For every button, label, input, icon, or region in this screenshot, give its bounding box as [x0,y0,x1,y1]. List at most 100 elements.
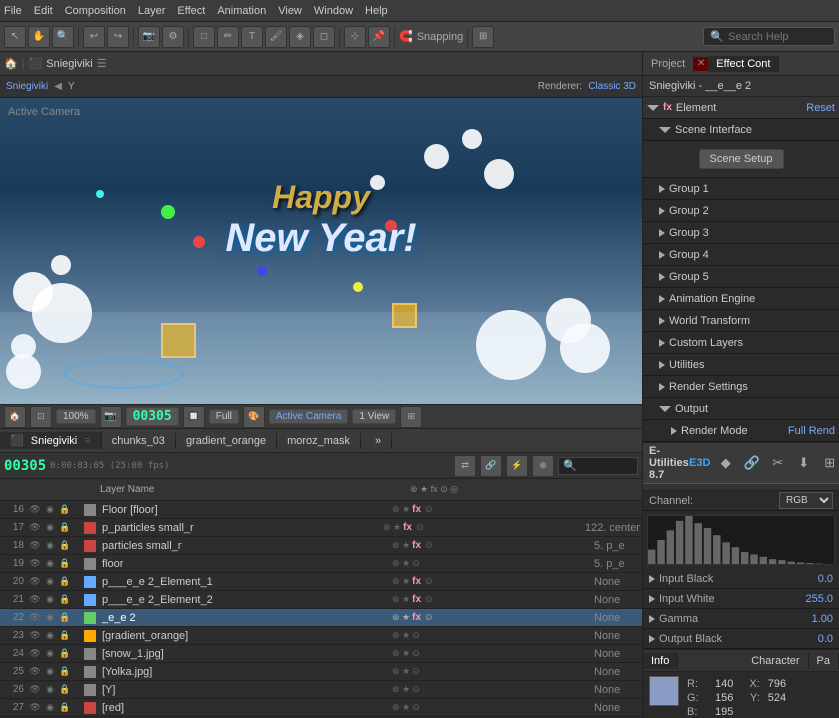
utilities-row[interactable]: Utilities [643,354,839,376]
layer-row[interactable]: 21 👁 ◉ 🔒 p___e_e 2_Element_2 ⊛ ★ fx ⊙ No… [0,591,642,609]
solo-btn[interactable]: ◉ [43,665,57,679]
solo-btn[interactable]: ◉ [43,557,57,571]
solo-btn[interactable]: ◉ [43,521,57,535]
close-project-btn[interactable]: ✕ [694,57,708,71]
render-settings-row[interactable]: Render Settings [643,376,839,398]
visibility-btn[interactable]: 👁 [28,611,42,625]
renderer-val[interactable]: Classic 3D [588,81,636,92]
tab-info[interactable]: Info [643,653,678,669]
snapping-control[interactable]: 🧲 Snapping [399,30,463,43]
tab-project[interactable]: Project [643,56,694,72]
menu-edit[interactable]: Edit [34,5,53,17]
visibility-btn[interactable]: 👁 [28,701,42,715]
layer-ctrl-1[interactable]: ⇄ [454,455,476,477]
layer-row[interactable]: 20 👁 ◉ 🔒 p___e_e 2_Element_1 ⊛ ★ fx ⊙ No… [0,573,642,591]
layer-row[interactable]: 17 👁 ◉ 🔒 p_particles small_r ⊛ ★ fx ⊙ 12… [0,519,642,537]
viewer-nav-prev[interactable]: ◀ [54,81,62,92]
lock-btn[interactable]: 🔒 [58,593,72,607]
visibility-btn[interactable]: 👁 [28,647,42,661]
comp-menu-icon[interactable]: ☰ [97,57,107,70]
e3d-btn[interactable]: E3D [689,452,711,474]
solo-btn[interactable]: ◉ [43,611,57,625]
group4-toggle[interactable] [659,251,665,259]
download-btn[interactable]: ⬇ [793,452,815,474]
element-reset[interactable]: Reset [806,102,835,114]
zoom-select[interactable]: 100% [56,409,96,424]
layer-row[interactable]: 27 👁 ◉ 🔒 [red] ⊛ ★ ⊙ None [0,699,642,717]
render-mode-row[interactable]: Render Mode Full Rend [643,420,839,442]
diamond-btn[interactable]: ◆ [715,452,737,474]
layer-row[interactable]: 18 👁 ◉ 🔒 particles small_r ⊛ ★ fx ⊙ 5. p… [0,537,642,555]
tab-pa[interactable]: Pa [809,653,839,669]
anim-engine-toggle[interactable] [659,295,665,303]
settings-btn[interactable]: ⚙ [162,26,184,48]
search-box[interactable]: 🔍 [703,27,835,46]
solo-btn[interactable]: ◉ [43,683,57,697]
group1-toggle[interactable] [659,185,665,193]
redo-btn[interactable]: ↪ [107,26,129,48]
tab-more[interactable]: » [365,433,392,449]
viewer-color-btn[interactable]: 🎨 [243,406,265,428]
solo-btn[interactable]: ◉ [43,629,57,643]
transform-tool[interactable]: ⊹ [344,26,366,48]
group1-row[interactable]: Group 1 [643,178,839,200]
viewer-toggle-btn[interactable]: ⊞ [400,406,422,428]
group4-row[interactable]: Group 4 [643,244,839,266]
lock-btn[interactable]: 🔒 [58,611,72,625]
visibility-btn[interactable]: 👁 [28,665,42,679]
visibility-btn[interactable]: 👁 [28,503,42,517]
scene-interface-toggle[interactable] [659,127,671,133]
select-tool[interactable]: ↖ [4,26,26,48]
layer-row[interactable]: 25 👁 ◉ 🔒 [Yolka.jpg] ⊛ ★ ⊙ None [0,663,642,681]
solo-btn[interactable]: ◉ [43,539,57,553]
input-white-val[interactable]: 255.0 [805,593,833,605]
output-toggle[interactable] [659,406,671,412]
visibility-btn[interactable]: 👁 [28,521,42,535]
visibility-btn[interactable]: 👁 [28,629,42,643]
scissors-btn[interactable]: ✂ [767,452,789,474]
menu-view[interactable]: View [278,5,302,17]
tab-chunks[interactable]: chunks_03 [102,433,176,449]
tab-gradient[interactable]: gradient_orange [176,433,277,449]
viewer-camera-btn[interactable]: 🔲 [183,406,205,428]
menu-effect[interactable]: Effect [177,5,205,17]
grid-btn[interactable]: ⊞ [472,26,494,48]
layer-row[interactable]: 26 👁 ◉ 🔒 [Y] ⊛ ★ ⊙ None [0,681,642,699]
camera-select[interactable]: Active Camera [269,409,349,424]
tab-moroz[interactable]: moroz_mask [277,433,361,449]
grid-util-btn[interactable]: ⊞ [819,452,839,474]
channel-select[interactable]: RGB Red Green Blue [779,492,833,509]
input-white-toggle[interactable] [649,595,655,603]
solo-btn[interactable]: ◉ [43,593,57,607]
group2-row[interactable]: Group 2 [643,200,839,222]
custom-layers-toggle[interactable] [659,339,665,347]
group3-toggle[interactable] [659,229,665,237]
text-tool[interactable]: T [241,26,263,48]
shape-tool[interactable]: □ [193,26,215,48]
eraser-tool[interactable]: ◻ [313,26,335,48]
tab-effect[interactable]: Effect Cont [708,56,779,72]
layer-ctrl-3[interactable]: ⚡ [506,455,528,477]
solo-btn[interactable]: ◉ [43,701,57,715]
lock-btn[interactable]: 🔒 [58,665,72,679]
lock-btn[interactable]: 🔒 [58,575,72,589]
output-row[interactable]: Output [643,398,839,420]
lock-btn[interactable]: 🔒 [58,683,72,697]
timecode-display[interactable]: 00305 [126,407,179,426]
gamma-toggle[interactable] [649,615,655,623]
pen-tool[interactable]: ✏ [217,26,239,48]
element-toggle[interactable] [647,105,659,111]
group5-row[interactable]: Group 5 [643,266,839,288]
lock-btn[interactable]: 🔒 [58,557,72,571]
scene-setup-btn[interactable]: Scene Setup [699,149,784,169]
group5-toggle[interactable] [659,273,665,281]
visibility-btn[interactable]: 👁 [28,575,42,589]
solo-btn[interactable]: ◉ [43,503,57,517]
lock-btn[interactable]: 🔒 [58,521,72,535]
lock-btn[interactable]: 🔒 [58,539,72,553]
lock-btn[interactable]: 🔒 [58,647,72,661]
effect-element-row[interactable]: fx Element Reset [643,97,839,119]
visibility-btn[interactable]: 👁 [28,557,42,571]
lock-btn[interactable]: 🔒 [58,503,72,517]
layer-row[interactable]: 16 👁 ◉ 🔒 Floor [floor] ⊛ ★ fx ⊙ [0,501,642,519]
